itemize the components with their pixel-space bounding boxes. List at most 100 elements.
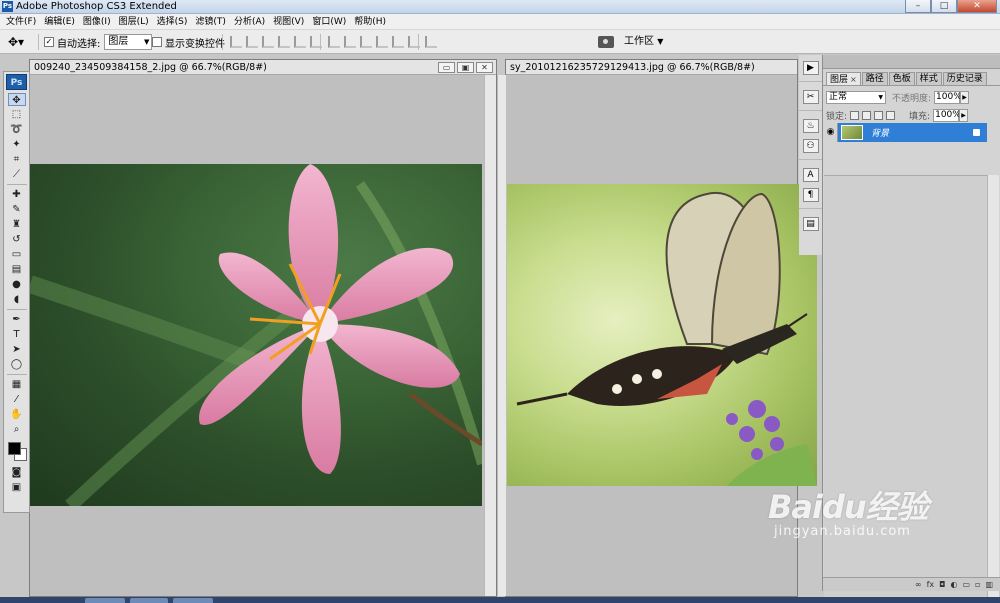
vertical-scrollbar[interactable]	[484, 75, 496, 596]
brushes-icon[interactable]: ♨	[802, 119, 819, 133]
lasso-tool-icon[interactable]: ➰	[8, 123, 26, 136]
distribute-vcenter-icon[interactable]	[344, 36, 356, 48]
close-button[interactable]: ✕	[957, 0, 997, 13]
fx-icon[interactable]: fx	[927, 580, 935, 590]
mask-icon[interactable]: ◘	[939, 580, 945, 590]
align-top-icon[interactable]	[230, 36, 242, 48]
chevron-right-icon[interactable]: ▶	[959, 108, 969, 122]
document-tab-butterfly[interactable]: sy_20101216235729129413.jpg @ 66.7%(RGB/…	[506, 60, 797, 75]
tab-paths[interactable]: 路径	[861, 72, 888, 85]
show-transform-option: 显示变换控件	[152, 34, 225, 50]
camera-icon[interactable]	[598, 36, 614, 48]
distribute-left-icon[interactable]	[376, 36, 388, 48]
menu-filter[interactable]: 滤镜(T)	[191, 14, 230, 30]
chevron-right-icon[interactable]: ▶	[960, 90, 970, 104]
history-brush-tool-icon[interactable]: ↺	[8, 233, 26, 246]
distribute-top-icon[interactable]	[328, 36, 340, 48]
slice-tool-icon[interactable]: ⟋	[8, 168, 26, 181]
eyedropper-tool-icon[interactable]: ⁄	[8, 393, 26, 406]
marquee-tool-icon[interactable]: ⬚	[8, 108, 26, 121]
blur-tool-icon[interactable]: ●	[8, 278, 26, 291]
align-left-icon[interactable]	[278, 36, 290, 48]
notes-tool-icon[interactable]: ▦	[8, 378, 26, 391]
document-tab-flower[interactable]: 009240_234509384158_2.jpg @ 66.7%(RGB/8#…	[30, 60, 496, 75]
menu-analysis[interactable]: 分析(A)	[230, 14, 269, 30]
foreground-color-swatch[interactable]	[7, 442, 21, 455]
group-icon[interactable]: ▭	[962, 580, 970, 590]
menu-layer[interactable]: 图层(L)	[115, 14, 153, 30]
workspace-button[interactable]: 工作区 ▼	[624, 34, 663, 50]
tab-history[interactable]: 历史记录	[942, 72, 987, 85]
eraser-tool-icon[interactable]: ▭	[8, 248, 26, 261]
adjustment-icon[interactable]: ◐	[950, 580, 957, 590]
distribute-bottom-icon[interactable]	[360, 36, 372, 48]
screen-mode-icon[interactable]: ▣	[8, 481, 26, 494]
crop-tool-icon[interactable]: ⌗	[8, 153, 26, 166]
taskbar-item[interactable]	[173, 598, 213, 603]
shape-tool-icon[interactable]: ◯	[8, 358, 26, 371]
show-transform-checkbox[interactable]	[152, 37, 162, 47]
auto-align-layers-icon[interactable]	[425, 36, 437, 48]
clone-source-icon[interactable]: ⚇	[802, 139, 819, 153]
hand-tool-icon[interactable]: ✋	[8, 408, 26, 421]
maximize-button[interactable]: □	[931, 0, 957, 13]
path-selection-tool-icon[interactable]: ➤	[8, 343, 26, 356]
navigator-icon[interactable]: ▶	[802, 61, 819, 75]
close-icon[interactable]: ×	[850, 75, 857, 84]
distribute-hcenter-icon[interactable]	[392, 36, 404, 48]
move-tool-icon[interactable]: ✥	[7, 93, 26, 106]
pen-tool-icon[interactable]: ✒	[8, 313, 26, 326]
lock-image-icon[interactable]	[862, 110, 872, 120]
doc-maximize-button[interactable]: ▣	[457, 62, 474, 73]
magic-wand-tool-icon[interactable]: ✦	[8, 138, 26, 151]
layer-row-background[interactable]: ◉ 背景	[824, 123, 987, 142]
menu-file[interactable]: 文件(F)	[2, 14, 40, 30]
healing-brush-tool-icon[interactable]: ✚	[8, 188, 26, 201]
character-icon[interactable]: A	[802, 168, 819, 182]
lock-all-icon[interactable]	[886, 110, 896, 120]
align-hcenter-icon[interactable]	[294, 36, 306, 48]
tools-preset-icon[interactable]: ✂	[802, 90, 819, 104]
vertical-scrollbar[interactable]	[987, 175, 999, 603]
lock-position-icon[interactable]	[874, 110, 884, 120]
taskbar-item[interactable]	[130, 598, 168, 603]
minimize-button[interactable]: –	[905, 0, 931, 13]
fill-input[interactable]: 100%	[933, 108, 961, 122]
paragraph-icon[interactable]: ¶	[802, 188, 819, 202]
layer-comps-icon[interactable]: ▤	[802, 217, 819, 231]
tab-swatches[interactable]: 色板	[888, 72, 915, 85]
quick-mask-icon[interactable]: ◙	[8, 466, 26, 479]
move-tool-preset-icon[interactable]: ✥▾	[8, 35, 34, 49]
panel-header[interactable]	[823, 55, 1000, 69]
brush-tool-icon[interactable]: ✎	[8, 203, 26, 216]
eye-icon[interactable]: ◉	[824, 123, 838, 142]
clone-stamp-tool-icon[interactable]: ♜	[8, 218, 26, 231]
menu-help[interactable]: 帮助(H)	[350, 14, 390, 30]
tab-styles[interactable]: 样式	[915, 72, 942, 85]
trash-icon[interactable]: ▥	[985, 580, 993, 590]
taskbar-item[interactable]	[85, 598, 125, 603]
menu-view[interactable]: 视图(V)	[269, 14, 308, 30]
blend-mode-dropdown[interactable]: 正常 ▼	[826, 90, 886, 104]
doc-close-button[interactable]: ✕	[476, 62, 493, 73]
align-bottom-icon[interactable]	[262, 36, 274, 48]
link-icon[interactable]: ∞	[915, 580, 922, 590]
menu-window[interactable]: 窗口(W)	[308, 14, 350, 30]
auto-select-dropdown[interactable]: 图层 ▼	[104, 34, 153, 50]
menu-image[interactable]: 图像(I)	[79, 14, 115, 30]
lock-transparent-icon[interactable]	[850, 110, 860, 120]
gradient-tool-icon[interactable]: ▤	[8, 263, 26, 276]
doc-minimize-button[interactable]: ▭	[438, 62, 455, 73]
new-layer-icon[interactable]: ▫	[975, 580, 980, 590]
dodge-tool-icon[interactable]: ◖	[8, 293, 26, 306]
type-tool-icon[interactable]: T	[8, 328, 26, 341]
zoom-tool-icon[interactable]: ⌕	[8, 423, 26, 436]
menu-edit[interactable]: 编辑(E)	[40, 14, 79, 30]
auto-select-checkbox[interactable]: ✓	[44, 37, 54, 47]
opacity-input[interactable]: 100%	[934, 90, 962, 104]
align-vcenter-icon[interactable]	[246, 36, 258, 48]
menu-select[interactable]: 选择(S)	[153, 14, 192, 30]
vertical-scrollbar[interactable]	[497, 75, 506, 596]
tab-layers[interactable]: 图层 ×	[826, 72, 861, 85]
options-divider	[222, 34, 223, 50]
